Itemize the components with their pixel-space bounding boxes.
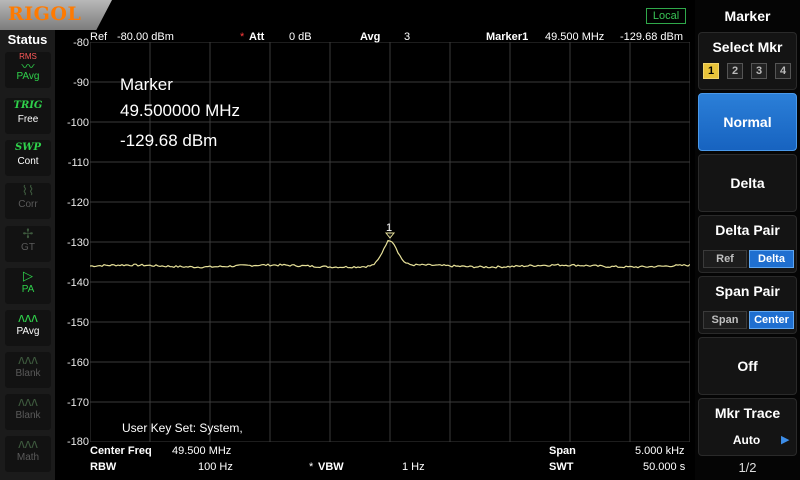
- select-marker-key[interactable]: Select Mkr: [698, 32, 797, 90]
- status-sweep-label: Cont: [17, 156, 39, 167]
- menu-page-indicator[interactable]: 1/2: [695, 460, 800, 475]
- normal-key[interactable]: Normal: [698, 93, 797, 151]
- marker-trace-value: Auto: [732, 433, 761, 447]
- normal-label: Normal: [723, 114, 772, 130]
- status-title: Status: [7, 32, 48, 47]
- detector-wave-icon: 〰: [21, 59, 35, 74]
- y-axis-label: -120: [66, 197, 89, 209]
- ref-level-value: -80.00 dBm: [117, 31, 174, 43]
- select-marker-label: Select Mkr: [712, 39, 783, 55]
- sweep-icon: SWP: [15, 142, 41, 153]
- trigger-icon: TRIG: [13, 100, 43, 111]
- vbw-value: 1 Hz: [402, 461, 425, 473]
- status-math-label: Math: [16, 452, 40, 463]
- status-pa-label: PA: [21, 284, 35, 295]
- delta-pair-delta-option[interactable]: Delta: [749, 250, 794, 268]
- y-axis-label: -170: [66, 397, 89, 409]
- marker-header-freq: 49.500 MHz: [545, 31, 605, 43]
- swt-label: SWT: [549, 461, 574, 473]
- span-pair-span-option[interactable]: Span: [703, 311, 747, 329]
- rbw-label: RBW: [90, 461, 117, 473]
- marker-4-option[interactable]: 4: [775, 63, 791, 79]
- user-key-set-text: User Key Set: System,: [122, 421, 243, 435]
- rbw-value: 100 Hz: [198, 461, 233, 473]
- y-axis-label: -180: [66, 436, 89, 448]
- delta-label: Delta: [730, 175, 765, 191]
- marker-trace-key[interactable]: Mkr Trace Auto ▶: [698, 398, 797, 456]
- rigol-logo: RIGOL: [0, 0, 112, 30]
- status-corr-label: Corr: [18, 199, 38, 210]
- marker-trace-label: Mkr Trace: [714, 405, 781, 421]
- att-label: Att: [249, 31, 265, 43]
- status-gt-label: GT: [21, 242, 35, 253]
- y-axis-label: -110: [67, 157, 89, 169]
- power-average-icon: ʌʌʌ: [18, 310, 38, 325]
- vbw-label: VBW: [318, 461, 344, 473]
- status-blank-item-1[interactable]: ʌʌʌ Blank: [5, 352, 51, 388]
- tracking-generator-icon: ✢: [22, 226, 34, 241]
- status-detector-item[interactable]: RMS 〰 PAvg: [5, 52, 51, 88]
- span-pair-center-option[interactable]: Center: [749, 311, 794, 329]
- blank-trace-icon: ʌʌʌ: [18, 352, 38, 367]
- status-sweep-item[interactable]: SWP Cont: [5, 140, 51, 176]
- brand-text: RIGOL: [8, 3, 82, 25]
- marker-2-option[interactable]: 2: [727, 63, 743, 79]
- status-math-item[interactable]: ʌʌʌ Math: [5, 436, 51, 472]
- y-axis-label: -150: [66, 317, 89, 329]
- marker-off-label: Off: [737, 358, 758, 374]
- avg-value: 3: [404, 31, 411, 43]
- correction-icon: ⌇⌇: [21, 183, 35, 198]
- center-freq-value: 49.500 MHz: [172, 445, 232, 457]
- status-gt-item[interactable]: ✢ GT: [5, 226, 51, 262]
- y-axis-label: -160: [66, 357, 89, 369]
- att-value: 0 dB: [289, 31, 312, 43]
- marker-readout-title: Marker: [120, 75, 173, 94]
- status-detector-label: PAvg: [16, 71, 40, 82]
- status-trigger-label: Free: [17, 114, 39, 125]
- status-corr-item[interactable]: ⌇⌇ Corr: [5, 183, 51, 219]
- swt-value: 50.000 s: [643, 461, 686, 473]
- span-label: Span: [549, 445, 576, 457]
- status-trigger-item[interactable]: TRIG Free: [5, 98, 51, 134]
- marker-readout-frequency: 49.500000 MHz: [120, 101, 241, 120]
- math-trace-icon: ʌʌʌ: [18, 436, 38, 451]
- delta-pair-label: Delta Pair: [715, 222, 780, 238]
- y-axis-label: -90: [73, 77, 89, 89]
- y-axis-label: -80: [73, 37, 89, 49]
- span-value: 5.000 kHz: [635, 445, 685, 457]
- att-coupled-icon: *: [240, 31, 245, 43]
- blank-trace-icon: ʌʌʌ: [18, 394, 38, 409]
- preamp-icon: ▷: [23, 268, 33, 283]
- status-blank-label-1: Blank: [15, 368, 41, 379]
- remote-status-badge: Local: [646, 8, 686, 24]
- marker-header-amp: -129.68 dBm: [620, 31, 683, 43]
- submenu-arrow-icon: ▶: [781, 434, 790, 446]
- marker-3-option[interactable]: 3: [751, 63, 767, 79]
- y-axis-label: -130: [66, 237, 89, 249]
- ref-level-label: Ref: [90, 31, 108, 43]
- vbw-coupled-icon: *: [309, 461, 314, 473]
- span-pair-key[interactable]: Span Pair Span Center: [698, 276, 797, 334]
- marker-header-label: Marker1: [486, 31, 529, 43]
- delta-key[interactable]: Delta: [698, 154, 797, 212]
- y-axis-label: -100: [66, 117, 89, 129]
- status-pavg-item[interactable]: ʌʌʌ PAvg: [5, 310, 51, 346]
- center-freq-label: Center Freq: [90, 445, 152, 457]
- status-blank-item-2[interactable]: ʌʌʌ Blank: [5, 394, 51, 430]
- status-blank-label-2: Blank: [15, 410, 41, 421]
- delta-pair-ref-option[interactable]: Ref: [703, 250, 747, 268]
- delta-pair-key[interactable]: Delta Pair Ref Delta: [698, 215, 797, 273]
- avg-label: Avg: [360, 31, 381, 43]
- marker-1-option[interactable]: 1: [703, 63, 719, 79]
- menu-title: Marker: [724, 8, 771, 24]
- marker-1-number: 1: [386, 222, 392, 234]
- marker-readout-amplitude: -129.68 dBm: [120, 131, 218, 150]
- marker-off-key[interactable]: Off: [698, 337, 797, 395]
- y-axis-label: -140: [66, 277, 89, 289]
- span-pair-label: Span Pair: [715, 283, 780, 299]
- status-pa-item[interactable]: ▷ PA: [5, 268, 51, 304]
- status-pavg-label: PAvg: [16, 326, 40, 337]
